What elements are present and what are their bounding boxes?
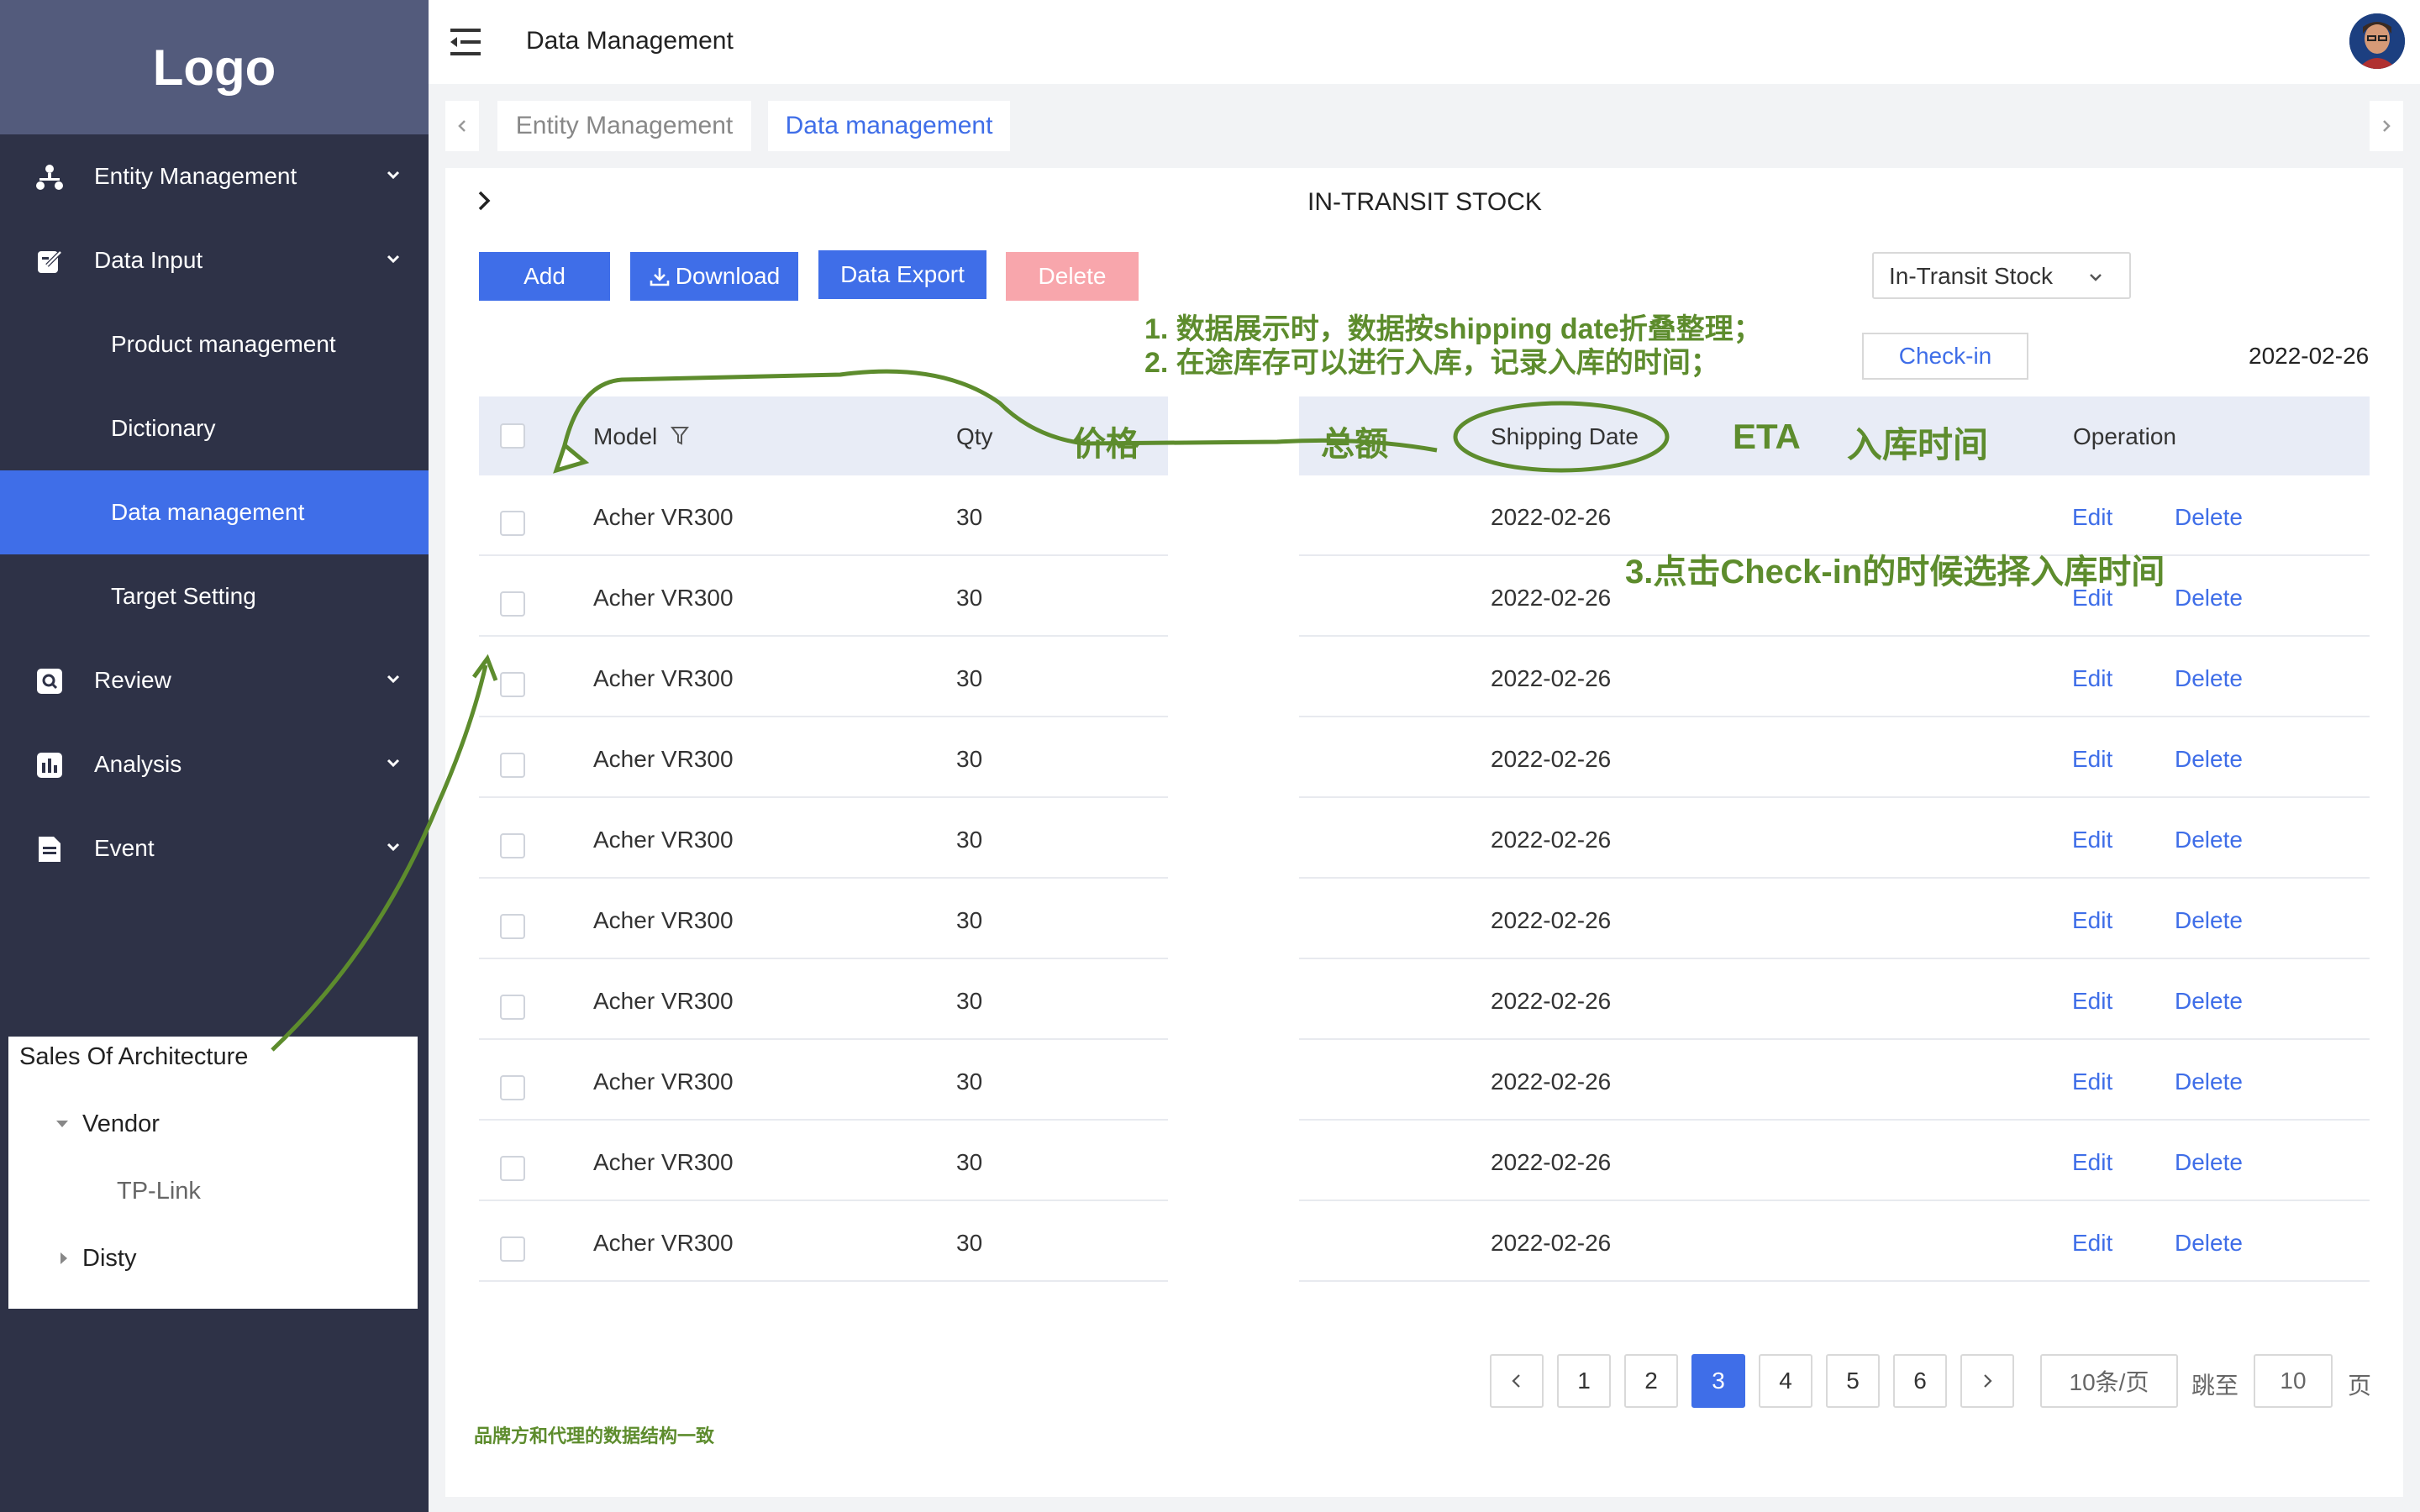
annotation-arrow-to-model [562,369,1438,453]
annotation-ellipse [1453,401,1670,473]
annotation-arrowhead [553,441,590,474]
annotation-arrow-from-tree [271,664,488,1052]
annotation-arrows [271,369,1670,1052]
